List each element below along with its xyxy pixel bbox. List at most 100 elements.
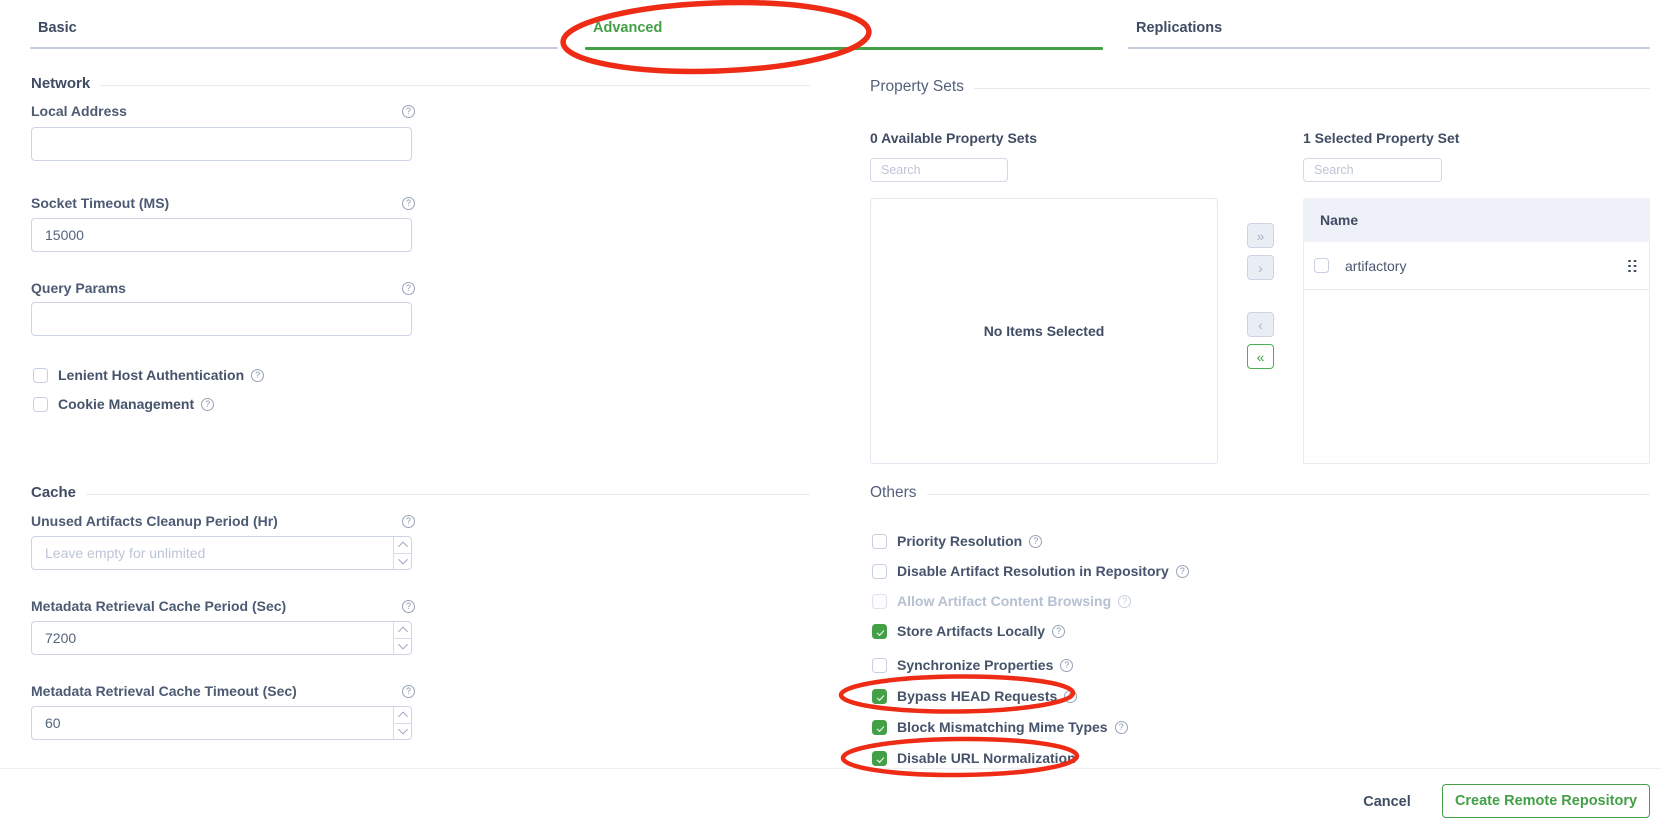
unused-artifacts-cleanup-input-box [31,536,412,570]
section-divider [927,494,1650,495]
metadata-cache-timeout-input-box [31,706,412,740]
query-params-input[interactable] [32,303,411,335]
number-spinner [393,537,411,569]
help-icon[interactable] [402,105,415,118]
network-section-title: Network [31,75,90,92]
tab-replications-underline [1128,47,1650,49]
table-row[interactable]: artifactory [1304,242,1649,290]
cookie-management-label: Cookie Management [58,396,194,412]
store-artifacts-locally-checkbox-row[interactable]: Store Artifacts Locally [872,623,1065,639]
socket-timeout-input-box [31,218,412,252]
block-mismatching-mime-types-label: Block Mismatching Mime Types [897,719,1108,735]
priority-resolution-checkbox-row[interactable]: Priority Resolution [872,533,1042,549]
metadata-cache-period-input[interactable] [32,622,393,654]
available-property-sets-panel: No Items Selected [870,198,1218,464]
allow-artifact-content-browsing-label: Allow Artifact Content Browsing [897,593,1111,609]
available-search-box [870,158,1008,182]
section-divider [974,88,1650,89]
help-icon[interactable] [1060,659,1073,672]
bypass-head-requests-label: Bypass HEAD Requests [897,688,1057,704]
create-remote-repository-form: Basic Advanced Replications Network Loca… [0,0,1661,827]
allow-artifact-content-browsing-checkbox-row: Allow Artifact Content Browsing [872,593,1131,609]
checkbox-disabled [872,594,887,609]
row-checkbox[interactable] [1314,258,1329,273]
synchronize-properties-checkbox-row[interactable]: Synchronize Properties [872,657,1073,673]
spinner-down-icon[interactable] [394,638,411,655]
tab-replications-label: Replications [1136,20,1222,36]
metadata-cache-timeout-input[interactable] [32,707,393,739]
cancel-button[interactable]: Cancel [1345,790,1429,814]
table-header-row: Name [1303,198,1650,242]
tab-basic[interactable]: Basic [30,0,558,50]
help-icon[interactable] [402,282,415,295]
help-icon[interactable] [402,515,415,528]
drag-handle-icon[interactable] [1627,259,1637,273]
help-icon[interactable] [1115,721,1128,734]
priority-resolution-label: Priority Resolution [897,533,1022,549]
property-sets-section-header: Property Sets [870,78,1650,96]
checkbox-unchecked[interactable] [872,534,887,549]
local-address-field: Local Address [31,102,415,120]
spinner-down-icon[interactable] [394,553,411,570]
checkbox-checked[interactable] [872,720,887,735]
property-sets-section-title: Property Sets [870,78,964,96]
checkbox-checked[interactable] [872,689,887,704]
section-divider [86,494,810,495]
help-icon[interactable] [402,600,415,613]
disable-url-normalization-checkbox-row[interactable]: Disable URL Normalization [872,750,1076,766]
tab-advanced-underline [585,47,1103,50]
tab-advanced[interactable]: Advanced [585,0,1103,50]
query-params-input-box [31,302,412,336]
checkbox-unchecked[interactable] [33,368,48,383]
selected-search-box [1303,158,1442,182]
help-icon[interactable] [402,197,415,210]
network-section-header: Network [31,75,810,92]
local-address-input[interactable] [32,128,411,160]
available-search-input[interactable] [871,159,1007,181]
spinner-up-icon[interactable] [394,537,411,553]
move-all-right-button[interactable]: » [1247,223,1274,248]
table-body: artifactory [1303,242,1650,464]
disable-artifact-resolution-checkbox-row[interactable]: Disable Artifact Resolution in Repositor… [872,563,1189,579]
tab-advanced-label: Advanced [593,20,662,36]
disable-artifact-resolution-label: Disable Artifact Resolution in Repositor… [897,563,1169,579]
selected-search-input[interactable] [1304,159,1441,181]
bypass-head-requests-checkbox-row[interactable]: Bypass HEAD Requests [872,688,1077,704]
help-icon[interactable] [251,369,264,382]
spinner-down-icon[interactable] [394,723,411,740]
help-icon[interactable] [402,685,415,698]
checkbox-checked[interactable] [872,624,887,639]
unused-artifacts-cleanup-input[interactable] [32,537,393,569]
tab-replications[interactable]: Replications [1128,0,1650,50]
tab-basic-underline [30,47,558,49]
lenient-host-authentication-checkbox-row[interactable]: Lenient Host Authentication [33,367,264,383]
spinner-up-icon[interactable] [394,622,411,638]
metadata-cache-period-field: Metadata Retrieval Cache Period (Sec) [31,597,415,615]
checkbox-checked[interactable] [872,751,887,766]
help-icon[interactable] [201,398,214,411]
cache-section-header: Cache [31,484,810,501]
others-section-title: Others [870,484,917,502]
store-artifacts-locally-label: Store Artifacts Locally [897,623,1045,639]
metadata-cache-timeout-label: Metadata Retrieval Cache Timeout (Sec) [31,683,297,699]
spinner-up-icon[interactable] [394,707,411,723]
local-address-label: Local Address [31,103,127,119]
checkbox-unchecked[interactable] [872,658,887,673]
block-mismatching-mime-types-checkbox-row[interactable]: Block Mismatching Mime Types [872,719,1128,735]
checkbox-unchecked[interactable] [872,564,887,579]
available-property-sets-count: 0 Available Property Sets [870,130,1037,146]
disable-url-normalization-label: Disable URL Normalization [897,750,1076,766]
move-right-button[interactable]: › [1247,255,1274,280]
cookie-management-checkbox-row[interactable]: Cookie Management [33,396,214,412]
create-remote-repository-button[interactable]: Create Remote Repository [1442,784,1650,818]
checkbox-unchecked[interactable] [33,397,48,412]
number-spinner [393,707,411,739]
help-icon[interactable] [1029,535,1042,548]
move-left-button[interactable]: ‹ [1247,312,1274,337]
help-icon[interactable] [1052,625,1065,638]
help-icon[interactable] [1064,690,1077,703]
move-all-left-button[interactable]: « [1247,344,1274,369]
help-icon[interactable] [1176,565,1189,578]
socket-timeout-input[interactable] [32,219,411,251]
query-params-field: Query Params [31,279,415,297]
